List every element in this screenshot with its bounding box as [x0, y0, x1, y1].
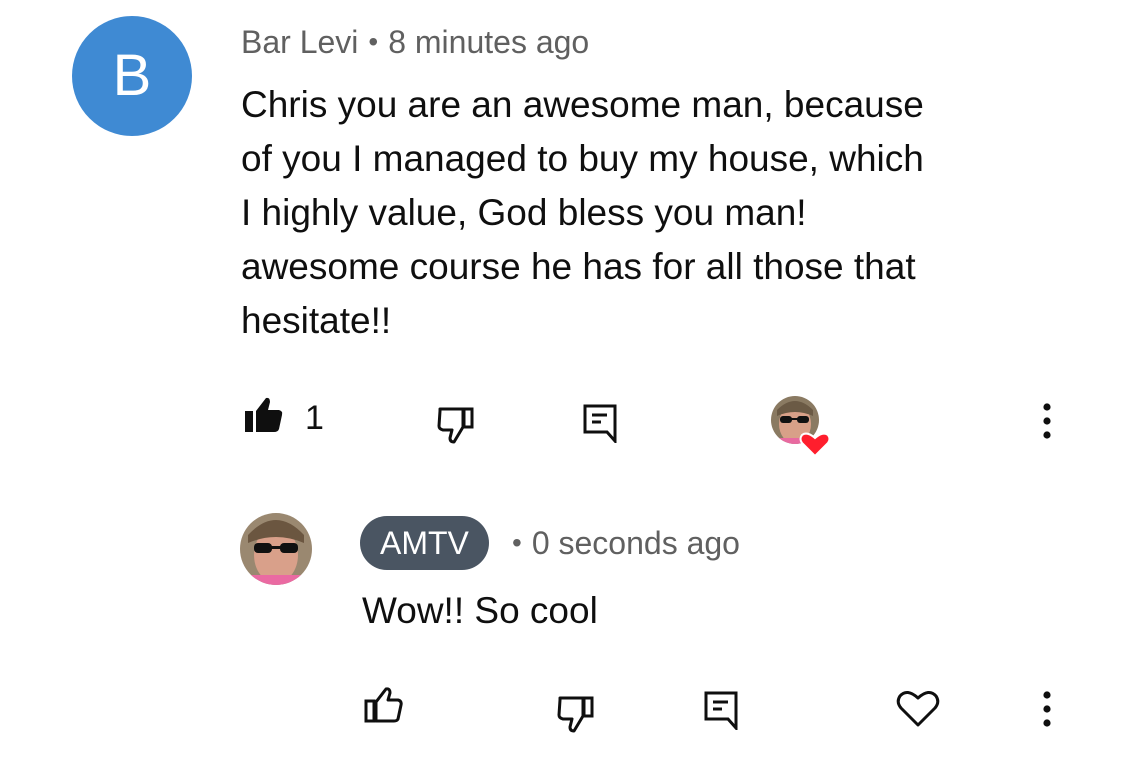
- like-button[interactable]: [244, 396, 284, 434]
- comment-line: of you I managed to buy my house, which: [241, 138, 924, 179]
- thumbs-up-icon: [245, 397, 283, 432]
- meta-separator: •: [368, 26, 379, 57]
- more-options-button[interactable]: [1040, 402, 1054, 440]
- reply-button[interactable]: [582, 403, 618, 443]
- comment-meta: Bar Levi • 8 minutes ago: [241, 22, 589, 64]
- avatar-image: [240, 513, 312, 585]
- thumbs-up-icon: [364, 687, 403, 723]
- comment-line: awesome course he has for all those that: [241, 246, 916, 287]
- commenter-avatar[interactable]: B: [72, 16, 192, 136]
- reply-like-button[interactable]: [364, 686, 404, 724]
- reply-timestamp[interactable]: 0 seconds ago: [532, 525, 740, 561]
- heart-icon: [896, 691, 940, 727]
- comment-line: I highly value, God bless you man!: [241, 192, 807, 233]
- comment-timestamp[interactable]: 8 minutes ago: [388, 24, 589, 60]
- comment-body: Chris you are an awesome man, because of…: [241, 78, 1081, 348]
- heart-button[interactable]: [896, 688, 940, 728]
- thumbs-down-icon: [437, 407, 474, 444]
- reply-meta: • 0 seconds ago: [512, 523, 740, 565]
- comment-author[interactable]: Bar Levi: [241, 24, 358, 60]
- dislike-button[interactable]: [437, 405, 475, 445]
- more-vertical-icon: [1043, 691, 1051, 727]
- creator-avatar: [771, 396, 831, 458]
- author-chip[interactable]: AMTV: [360, 516, 489, 570]
- reply-dislike-button[interactable]: [557, 694, 595, 734]
- heart-icon: [799, 432, 831, 458]
- reply-body: Wow!! So cool: [362, 590, 598, 631]
- like-count: 1: [305, 399, 324, 437]
- comment-line: Chris you are an awesome man, because: [241, 84, 924, 125]
- comment-icon: [583, 404, 617, 443]
- reply-reply-button[interactable]: [703, 690, 739, 730]
- meta-separator: •: [512, 527, 522, 558]
- comment-icon: [704, 691, 738, 730]
- reply-author-avatar[interactable]: [240, 513, 312, 585]
- more-vertical-icon: [1043, 403, 1051, 439]
- thumbs-down-icon: [557, 696, 594, 733]
- creator-heart-badge[interactable]: [771, 396, 831, 458]
- reply-more-options-button[interactable]: [1040, 690, 1054, 728]
- comment-line: hesitate!!: [241, 300, 392, 341]
